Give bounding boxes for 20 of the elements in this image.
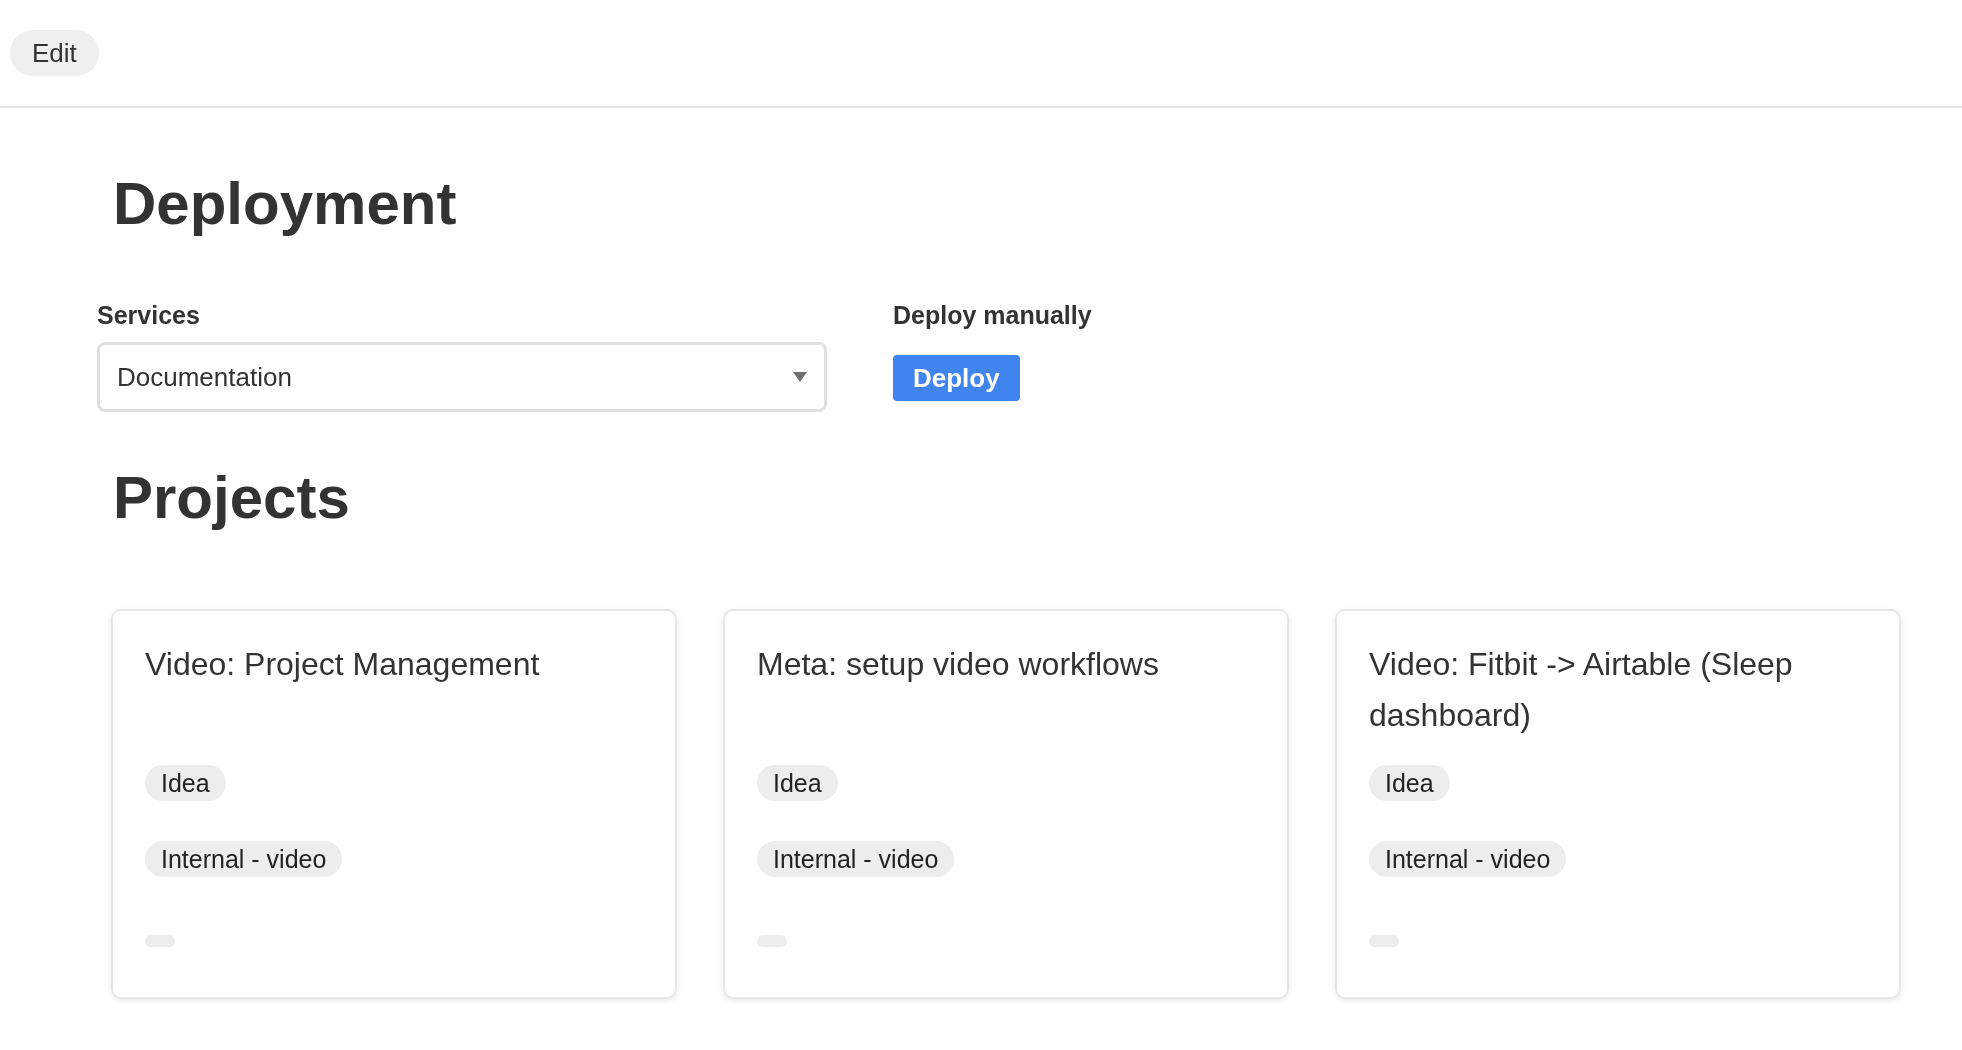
card-title: Meta: setup video workflows — [757, 646, 1159, 682]
section-heading: Projects — [113, 463, 351, 533]
tag: Internal - video — [145, 841, 343, 877]
project-card[interactable]: Video: Project Management Idea Internal - video — [111, 609, 677, 999]
field-label: Deploy manually — [893, 300, 1092, 330]
tag: Internal - video — [1369, 841, 1567, 877]
deploy-button[interactable]: Deploy — [893, 355, 1020, 401]
edit-button[interactable]: Edit — [10, 30, 99, 76]
tag: Internal - video — [757, 841, 955, 877]
tag: Idea — [757, 765, 838, 801]
card-title: Video: Project Management — [145, 646, 540, 682]
tag: Idea — [145, 765, 226, 801]
project-card[interactable]: Meta: setup video workflows Idea Internal - video — [723, 609, 1289, 999]
project-card[interactable]: Video: Fitbit -> Airtable (Sleep dashboard) Idea Internal - video — [1335, 609, 1901, 999]
tag: Idea — [1369, 765, 1450, 801]
services-dropdown[interactable]: Documentation — [97, 342, 827, 412]
section-heading: Deployment — [113, 169, 458, 239]
caret-icon — [793, 372, 807, 382]
card-title: Video: Fitbit -> Airtable (Sleep dashboard) — [1369, 646, 1793, 733]
field-label: Services — [97, 300, 201, 330]
